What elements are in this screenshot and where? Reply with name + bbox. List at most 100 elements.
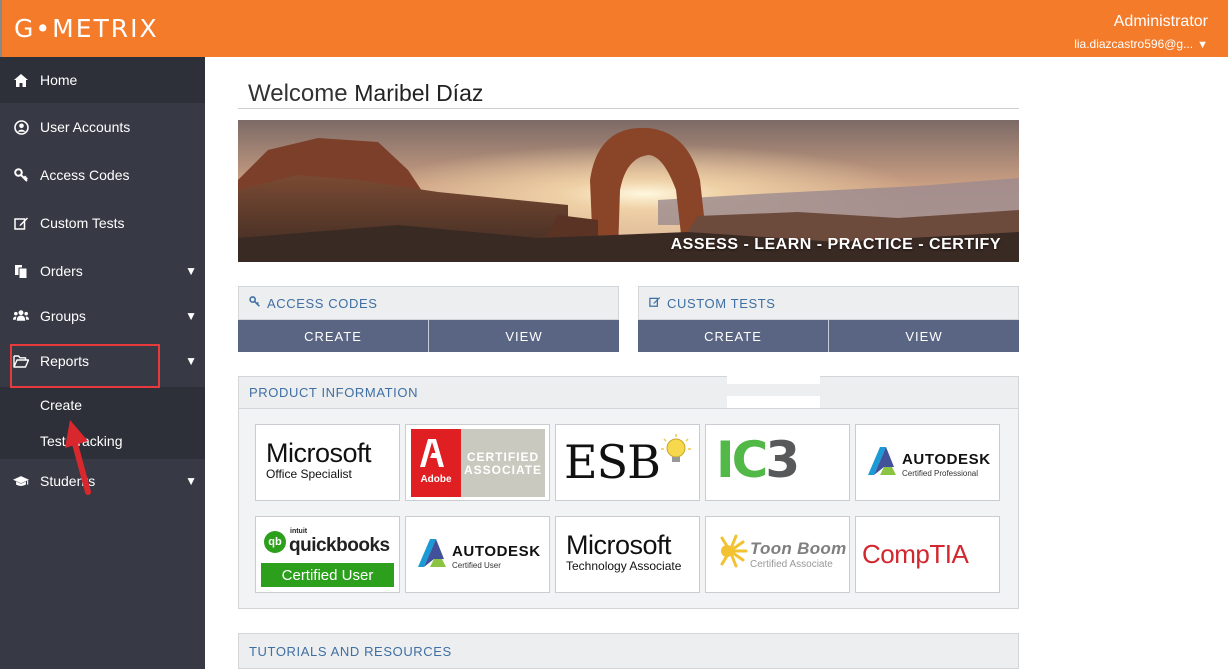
chevron-down-icon: ▼ (185, 309, 197, 323)
sidebar-subitem-create[interactable]: Create (0, 387, 205, 423)
product-tile-mos[interactable]: Microsoft Office Specialist (255, 424, 400, 501)
sidebar-subitem-label: Create (40, 397, 83, 413)
key-icon (13, 167, 29, 183)
mta-logo-word: Microsoft (566, 530, 672, 560)
sidebar-item-label: User Accounts (40, 119, 131, 135)
sidebar-item-students[interactable]: Students ▼ (0, 458, 205, 504)
access-codes-view-button[interactable]: VIEW (428, 320, 619, 352)
mta-logo-sub: Technology Associate (566, 559, 682, 573)
page-title: Welcome Maribel Díaz (248, 80, 483, 108)
ic3-logo: IC3 (716, 431, 800, 489)
autodesk-logo-icon (418, 539, 446, 567)
product-tile-autodesk-user[interactable]: AUTODESK Certified User (405, 516, 550, 593)
documents-icon (13, 263, 29, 279)
access-codes-buttons: CREATE VIEW (238, 320, 619, 352)
top-header: G•METRIX Administrator lia.diazcastro596… (0, 0, 1228, 57)
ic3-logo-text: IC3 (716, 431, 800, 489)
users-icon (13, 308, 29, 324)
comptia-logo-text: CompTIA (862, 539, 969, 569)
product-tile-toon-boom[interactable]: Toon Boom Certified Associate (705, 516, 850, 593)
tutorials-resources-header[interactable]: TUTORIALS AND RESOURCES (238, 633, 1019, 669)
gmetrix-logo[interactable]: G•METRIX (14, 14, 159, 43)
quickbooks-word: quickbooks (289, 535, 390, 556)
sidebar-item-access-codes[interactable]: Access Codes (0, 152, 205, 198)
certified-associate-label: CERTIFIED ASSOCIATE (461, 429, 545, 497)
custom-tests-buttons: CREATE VIEW (638, 320, 1019, 352)
intuit-word: intuit (290, 528, 308, 535)
autodesk-logo-sub: Certified Professional (902, 469, 979, 478)
microsoft-office-specialist-logo: Microsoft Office Specialist (266, 438, 372, 481)
user-email-text: lia.diazcastro596@g... (1074, 37, 1194, 51)
product-information-title: PRODUCT INFORMATION (239, 377, 1018, 409)
product-information-panel: PRODUCT INFORMATION Microsoft Office Spe… (238, 376, 1019, 609)
certified-user-label: Certified User (261, 563, 394, 587)
layout-gap (727, 396, 820, 408)
product-tile-comptia[interactable]: CompTIA (855, 516, 1000, 593)
layout-gap (328, 362, 430, 376)
sidebar-item-label: Groups (40, 308, 86, 324)
sidebar-item-label: Custom Tests (40, 215, 125, 231)
key-icon (249, 296, 261, 310)
toon-boom-sub: Certified Associate (750, 559, 833, 570)
custom-tests-create-button[interactable]: CREATE (638, 320, 828, 352)
sidebar-item-custom-tests[interactable]: Custom Tests (0, 200, 205, 246)
mos-logo-word: Microsoft (266, 438, 372, 468)
user-menu[interactable]: Administrator lia.diazcastro596@g... ▼ (1074, 12, 1208, 54)
product-tile-aca[interactable]: Adobe CERTIFIED ASSOCIATE (405, 424, 550, 501)
annotation-arrow-icon (65, 420, 91, 495)
product-tile-quickbooks[interactable]: qb intuit quickbooks Certified User (255, 516, 400, 593)
user-circle-icon (13, 119, 29, 135)
layout-gap (727, 374, 820, 384)
autodesk-logo-word: AUTODESK (902, 451, 991, 468)
adobe-logo-word: Adobe (420, 474, 452, 485)
toon-boom-burst-icon (720, 534, 748, 568)
sidebar-subitem-test-tracking[interactable]: Test Tracking (0, 423, 205, 459)
user-email[interactable]: lia.diazcastro596@g... ▼ (1074, 35, 1208, 54)
title-divider (238, 108, 1019, 109)
autodesk-logo-icon (868, 447, 896, 475)
lightbulb-icon (661, 434, 691, 462)
access-codes-create-button[interactable]: CREATE (238, 320, 428, 352)
sidebar-item-label: Home (40, 72, 78, 88)
custom-tests-view-button[interactable]: VIEW (828, 320, 1019, 352)
home-icon (13, 72, 29, 88)
edit-icon (649, 296, 661, 310)
product-tile-autodesk-professional[interactable]: AUTODESK Certified Professional (855, 424, 1000, 501)
quickbooks-circle-icon: qb (264, 531, 286, 553)
sidebar-item-user-accounts[interactable]: User Accounts (0, 104, 205, 150)
chevron-down-icon: ▼ (185, 474, 197, 488)
page: G•METRIX Administrator lia.diazcastro596… (0, 0, 1228, 669)
product-tile-ic3[interactable]: IC3 (705, 424, 850, 501)
sidebar-item-groups[interactable]: Groups ▼ (0, 293, 205, 339)
mos-logo-sub: Office Specialist (266, 467, 352, 481)
chevron-down-icon: ▼ (1197, 39, 1208, 51)
chevron-down-icon: ▼ (185, 264, 197, 278)
adobe-logo: Adobe (411, 429, 461, 497)
sidebar-item-orders[interactable]: Orders ▼ (0, 248, 205, 294)
adobe-a-icon (420, 439, 444, 467)
access-codes-title: ACCESS CODES (267, 295, 378, 311)
sidebar-item-home[interactable]: Home (0, 57, 205, 103)
microsoft-technology-associate-logo: Microsoft Technology Associate (566, 531, 681, 573)
sidebar-item-label: Orders (40, 263, 83, 279)
esb-logo-text: ESB (564, 435, 661, 489)
graduation-cap-icon (13, 473, 29, 489)
welcome-name: Maribel Díaz (354, 80, 484, 106)
autodesk-professional-logo: AUTODESK Certified Professional (866, 445, 990, 482)
custom-tests-panel-header: CUSTOM TESTS (638, 286, 1019, 320)
user-role: Administrator (1113, 13, 1208, 30)
autodesk-logo-word: AUTODESK (452, 543, 541, 560)
product-tile-mta[interactable]: Microsoft Technology Associate (555, 516, 700, 593)
sidebar-item-label: Access Codes (40, 167, 130, 183)
reports-highlight-box (10, 344, 160, 388)
banner-caption: ASSESS - LEARN - PRACTICE - CERTIFY (670, 236, 1001, 253)
access-codes-panel-header: ACCESS CODES (238, 286, 619, 320)
custom-tests-title: CUSTOM TESTS (667, 295, 776, 311)
edit-icon (13, 215, 29, 231)
welcome-prefix: Welcome (248, 80, 348, 107)
autodesk-logo-sub: Certified User (452, 561, 501, 570)
chevron-down-icon: ▼ (185, 354, 197, 368)
product-tile-esb[interactable]: ESB (555, 424, 700, 501)
toon-boom-logo: Toon Boom Certified Associate (750, 539, 847, 570)
autodesk-user-logo: AUTODESK Certified User (416, 537, 540, 574)
